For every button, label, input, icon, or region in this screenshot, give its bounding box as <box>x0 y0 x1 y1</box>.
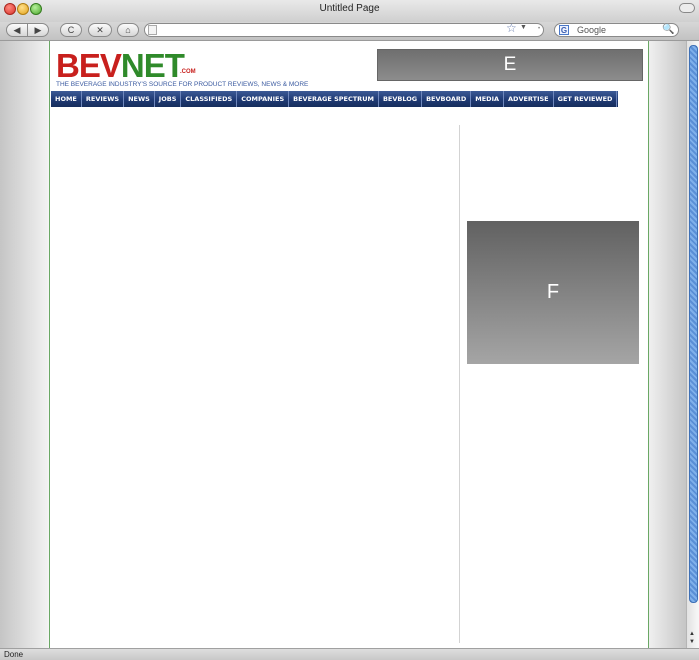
back-arrow-icon: ◀ <box>13 24 21 35</box>
logo-bev-text: BEV <box>56 47 122 84</box>
nav-item-jobs[interactable]: JOBS <box>155 91 182 107</box>
window-title: Untitled Page <box>319 3 380 14</box>
status-bar: Done <box>0 648 699 660</box>
nav-item-news[interactable]: NEWS <box>124 91 155 107</box>
scrollbar-thumb[interactable] <box>689 45 698 603</box>
scroll-down-arrow-icon[interactable]: ▼ <box>689 639 695 645</box>
nav-item-home[interactable]: HOME <box>51 91 82 107</box>
logo-com-text: .COM <box>180 69 196 75</box>
nav-item-reviews[interactable]: REVIEWS <box>82 91 125 107</box>
reload-icon: C <box>67 25 75 35</box>
nav-item-beverage-spectrum[interactable]: BEVERAGE SPECTRUM <box>289 91 379 107</box>
search-input[interactable]: G Google <box>554 23 679 37</box>
nav-item-bevboard[interactable]: BEVBOARD <box>422 91 472 107</box>
logo-net-text: NET <box>120 47 185 84</box>
banner-ad-e[interactable]: E <box>377 49 643 81</box>
browser-toolbar: ◀ ▶ C ✕ ⌂ ☆ ▼ • G Google 🔍 <box>0 21 699 41</box>
nav-item-companies[interactable]: COMPANIES <box>237 91 290 107</box>
address-bar[interactable] <box>144 23 544 37</box>
back-button[interactable]: ◀ <box>6 23 28 37</box>
nav-item-get-reviewed[interactable]: GET REVIEWED <box>554 91 618 107</box>
page-icon <box>148 25 157 35</box>
scroll-up-arrow-icon[interactable]: ▲ <box>689 631 695 637</box>
column-divider <box>459 125 460 643</box>
page-viewport: BEVNET .COM THE BEVERAGE INDUSTRY'S SOUR… <box>0 41 686 648</box>
separator-icon: • <box>538 26 541 32</box>
stop-icon: ✕ <box>96 24 104 35</box>
search-placeholder: Google <box>577 25 607 35</box>
sidebar-ad-f[interactable]: F <box>467 221 639 364</box>
reload-button[interactable]: C <box>60 23 82 37</box>
bookmark-star-icon[interactable]: ☆ <box>506 21 517 35</box>
stop-button[interactable]: ✕ <box>88 23 112 37</box>
window-titlebar: Untitled Page <box>0 0 699 23</box>
toolbar-toggle-button[interactable] <box>679 3 695 13</box>
nav-item-classifieds[interactable]: CLASSIFIEDS <box>181 91 238 107</box>
forward-arrow-icon: ▶ <box>34 24 42 35</box>
nav-item-media[interactable]: MEDIA <box>471 91 505 107</box>
vertical-scrollbar[interactable]: ▲ ▼ <box>686 41 699 648</box>
home-icon: ⌂ <box>125 25 131 35</box>
search-engine-icon[interactable]: G <box>559 25 569 35</box>
page-content: BEVNET .COM THE BEVERAGE INDUSTRY'S SOUR… <box>49 41 649 648</box>
forward-button[interactable]: ▶ <box>27 23 49 37</box>
bevnet-logo[interactable]: BEVNET .COM THE BEVERAGE INDUSTRY'S SOUR… <box>56 47 308 93</box>
status-text: Done <box>4 650 24 659</box>
main-nav: HOME REVIEWS NEWS JOBS CLASSIFIEDS COMPA… <box>51 91 618 107</box>
magnifier-icon[interactable]: 🔍 <box>662 24 674 35</box>
home-button[interactable]: ⌂ <box>117 23 139 37</box>
nav-item-advertise[interactable]: ADVERTISE <box>504 91 554 107</box>
site-tagline: THE BEVERAGE INDUSTRY'S SOURCE FOR PRODU… <box>56 81 309 88</box>
nav-item-bevblog[interactable]: BEVBLOG <box>379 91 423 107</box>
bookmark-dropdown-icon[interactable]: ▼ <box>520 24 527 31</box>
